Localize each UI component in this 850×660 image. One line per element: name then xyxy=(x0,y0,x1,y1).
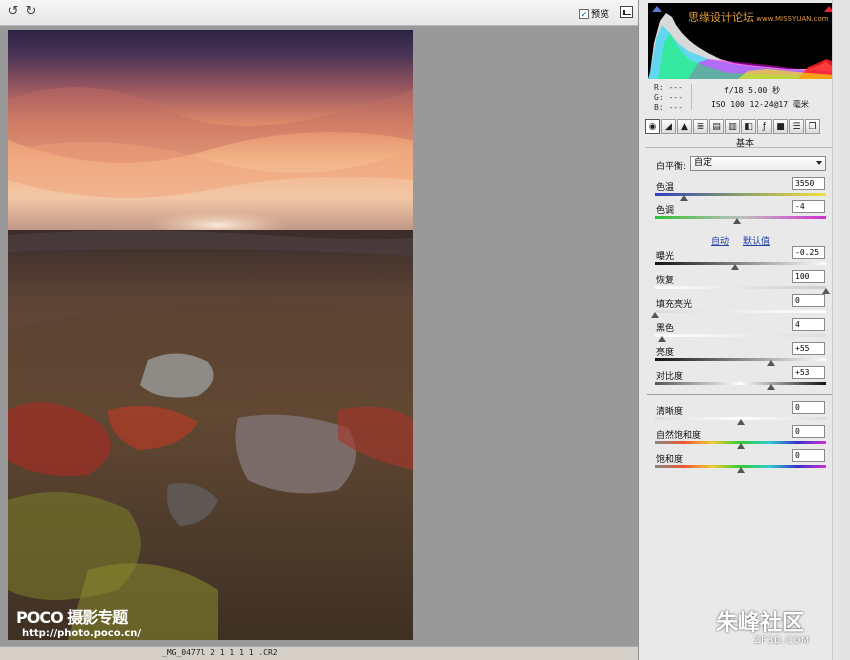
fullscreen-icon[interactable] xyxy=(620,6,633,18)
clarity-label: 清晰度 xyxy=(656,407,684,417)
site-name: 思缘设计论坛 xyxy=(688,11,754,24)
exif-line-1: f/18 5.00 秒 xyxy=(724,86,781,95)
temperature-label: 色温 xyxy=(656,183,675,193)
snapshots-tab-icon[interactable]: ❐ xyxy=(805,119,820,134)
tone-curve-tab-icon[interactable]: ◢ xyxy=(661,119,676,134)
panel-title: 基本 xyxy=(645,136,845,149)
recovery-slider-track[interactable] xyxy=(655,286,826,289)
vibrance-input[interactable]: 0 xyxy=(792,425,825,438)
presets-tab-icon[interactable]: ☰ xyxy=(789,119,804,134)
shadow-clipping-icon[interactable] xyxy=(652,6,662,12)
preview-checkbox[interactable]: ✓ 预览 xyxy=(579,7,609,20)
preview-label: 预览 xyxy=(591,10,610,20)
panel-scrollbar[interactable] xyxy=(832,0,850,660)
temperature-input[interactable]: 3550 xyxy=(792,177,825,190)
poco-watermark: POCO 摄影专题 http://photo.poco.cn/ xyxy=(16,607,141,639)
exposure-slider-track[interactable] xyxy=(655,262,826,265)
brightness-slider-track[interactable] xyxy=(655,358,826,361)
readout-divider xyxy=(691,84,692,110)
panel-tabs: ◉ ◢ ▲ ≣ ▤ ▥ ◧ ƒ ■ ☰ ❐ xyxy=(645,119,845,135)
status-bar: _MG_0477l 2 1 1 1 1 .CR2 xyxy=(0,646,638,660)
photo-image xyxy=(8,30,413,640)
red-readout: R: --- xyxy=(654,83,683,92)
poco-brand-sub: 摄影专题 xyxy=(62,608,128,627)
saturation-input[interactable]: 0 xyxy=(792,449,825,462)
checkbox-icon[interactable]: ✓ xyxy=(579,8,589,19)
temperature-slider-thumb[interactable] xyxy=(680,195,688,201)
exposure-slider-thumb[interactable] xyxy=(731,264,739,270)
landscape-photo xyxy=(8,30,413,640)
auto-link[interactable]: 自动 xyxy=(711,234,729,247)
contrast-slider-thumb[interactable] xyxy=(767,384,775,390)
image-preview-area: POCO 摄影专题 http://photo.poco.cn/ xyxy=(0,26,638,646)
zf3d-url: ZF3D.COM xyxy=(754,636,810,646)
exif-line-2: ISO 100 12-24@17 毫米 xyxy=(711,100,809,109)
basic-tab-icon[interactable]: ◉ xyxy=(645,119,660,134)
brightness-input[interactable]: +55 xyxy=(792,342,825,355)
blacks-slider-thumb[interactable] xyxy=(658,336,666,342)
blue-readout: B: --- xyxy=(654,103,683,112)
contrast-label: 对比度 xyxy=(656,372,684,382)
tint-label: 色调 xyxy=(656,206,675,216)
fill-light-label: 填充亮光 xyxy=(656,300,693,310)
chevron-down-icon xyxy=(816,161,822,165)
fx-tab-icon[interactable]: ƒ xyxy=(757,119,772,134)
detail-tab-icon[interactable]: ▲ xyxy=(677,119,692,134)
readout-info: R: --- G: --- B: --- f/18 5.00 秒 ISO 100… xyxy=(639,80,850,116)
hsl-tab-icon[interactable]: ≣ xyxy=(693,119,708,134)
blacks-input[interactable]: 4 xyxy=(792,318,825,331)
saturation-slider-thumb[interactable] xyxy=(737,467,745,473)
vibrance-slider-thumb[interactable] xyxy=(737,443,745,449)
tint-slider-thumb[interactable] xyxy=(733,218,741,224)
white-balance-label: 白平衡: xyxy=(656,162,687,172)
camera-profile-tab-icon[interactable]: ■ xyxy=(773,119,788,134)
contrast-slider-track[interactable] xyxy=(655,382,826,385)
file-name: _MG_0477l 2 1 1 1 1 .CR2 xyxy=(162,648,278,657)
poco-url: http://photo.poco.cn/ xyxy=(22,628,142,639)
green-readout: G: --- xyxy=(654,93,683,102)
clarity-input[interactable]: 0 xyxy=(792,401,825,414)
lens-tab-icon[interactable]: ▥ xyxy=(725,119,740,134)
section-divider xyxy=(647,394,833,395)
brightness-label: 亮度 xyxy=(656,348,675,358)
histogram: 思缘设计论坛 www.MISSYUAN.com xyxy=(648,3,835,79)
poco-brand: POCO xyxy=(16,608,64,627)
blacks-label: 黑色 xyxy=(656,324,675,334)
vibrance-label: 自然饱和度 xyxy=(656,431,702,441)
recovery-input[interactable]: 100 xyxy=(792,270,825,283)
exposure-input[interactable]: -0.25 xyxy=(792,246,825,259)
exposure-label: 曝光 xyxy=(656,252,675,262)
tint-input[interactable]: -4 xyxy=(792,200,825,213)
fill-light-slider-thumb[interactable] xyxy=(651,312,659,318)
adjustments-panel: 思缘设计论坛 www.MISSYUAN.com R: --- G: --- B:… xyxy=(638,0,850,660)
contrast-input[interactable]: +53 xyxy=(792,366,825,379)
zf3d-watermark: 朱峰社区 ZF3D.COM xyxy=(716,611,810,647)
camera-calibration-tab-icon[interactable]: ◧ xyxy=(741,119,756,134)
fill-light-input[interactable]: 0 xyxy=(792,294,825,307)
fill-light-slider-track[interactable] xyxy=(655,310,826,313)
clarity-slider-thumb[interactable] xyxy=(737,419,745,425)
white-balance-select[interactable]: 自定 xyxy=(690,156,826,171)
rotate-left-icon[interactable]: ↺ xyxy=(6,5,20,19)
camera-raw-window: ↺ ↻ ✓ 预览 POCO 摄影专题 http://photo.poco.cn/… xyxy=(0,0,850,660)
site-watermark: 思缘设计论坛 www.MISSYUAN.com xyxy=(688,9,829,25)
site-url: www.MISSYUAN.com xyxy=(754,15,829,23)
rotate-right-icon[interactable]: ↻ xyxy=(24,5,38,19)
top-toolbar: ↺ ↻ ✓ 预览 xyxy=(0,0,638,26)
zf3d-brand: 朱峰社区 xyxy=(716,611,805,636)
recovery-label: 恢复 xyxy=(656,276,675,286)
white-balance-value: 自定 xyxy=(694,158,713,168)
brightness-slider-thumb[interactable] xyxy=(767,360,775,366)
default-link[interactable]: 默认值 xyxy=(743,234,770,247)
saturation-label: 饱和度 xyxy=(656,455,684,465)
split-toning-tab-icon[interactable]: ▤ xyxy=(709,119,724,134)
blacks-slider-track[interactable] xyxy=(655,334,826,337)
